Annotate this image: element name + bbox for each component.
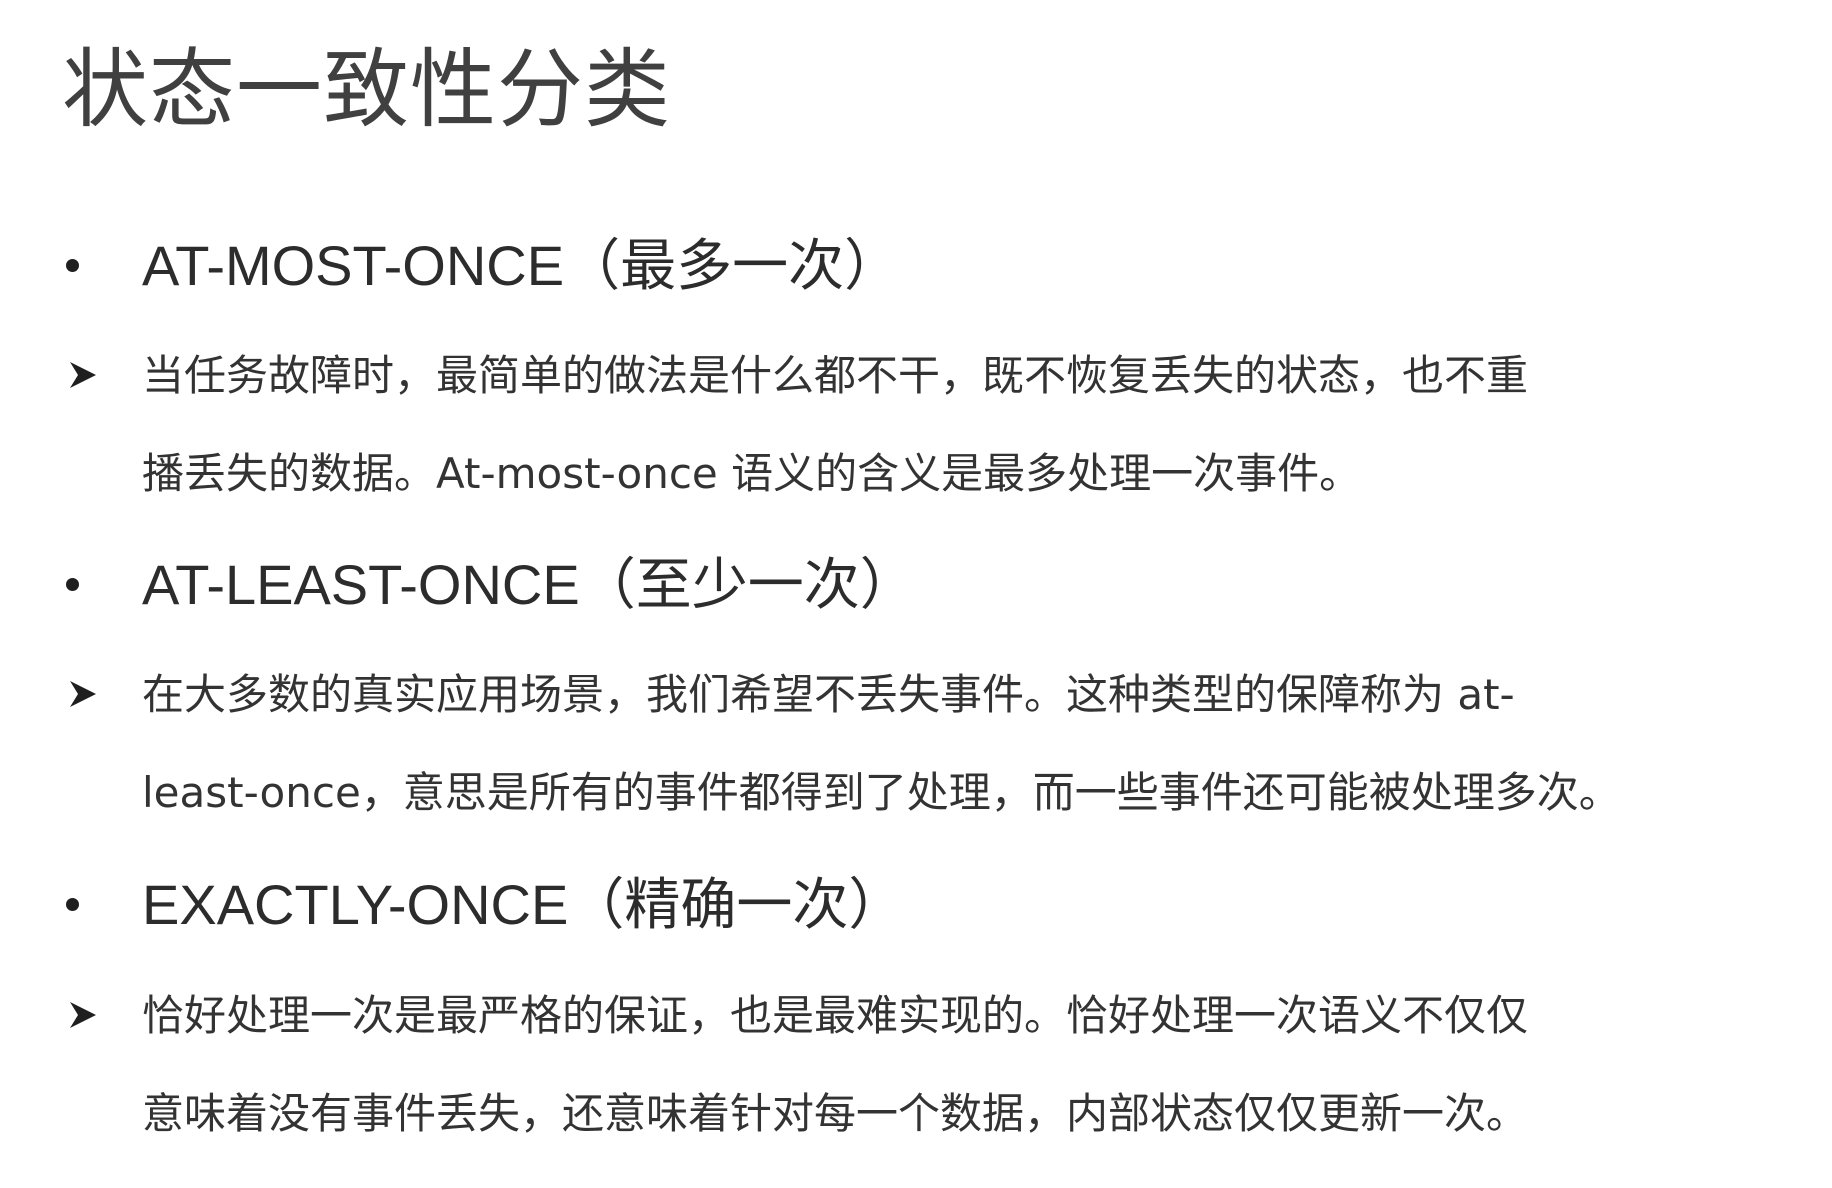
bullet-heading: EXACTLY-ONCE（精确一次） bbox=[142, 873, 905, 936]
arrow-bullet-icon bbox=[70, 362, 96, 388]
paragraph-exactly-once: 恰好处理一次是最严格的保证，也是最难实现的。恰好处理一次语义不仅仅 意味着没有事… bbox=[142, 967, 1742, 1163]
bullet-at-most-once: AT-MOST-ONCE（最多一次） bbox=[0, 226, 1832, 306]
bullet-dot-icon bbox=[66, 578, 79, 591]
bullet-at-least-once: AT-LEAST-ONCE（至少一次） bbox=[0, 545, 1832, 625]
paragraph-at-most-once: 当任务故障时，最简单的做法是什么都不干，既不恢复丢失的状态，也不重 播丢失的数据… bbox=[142, 327, 1742, 523]
paragraph-line: 恰好处理一次是最严格的保证，也是最难实现的。恰好处理一次语义不仅仅 bbox=[142, 991, 1529, 1040]
paragraph-line: 在大多数的真实应用场景，我们希望不丢失事件。这种类型的保障称为 at- bbox=[142, 670, 1515, 719]
paragraph-line: 意味着没有事件丢失，还意味着针对每一个数据，内部状态仅仅更新一次。 bbox=[142, 1089, 1529, 1138]
slide-title: 状态一致性分类 bbox=[62, 40, 671, 140]
arrow-bullet-icon bbox=[70, 1002, 96, 1028]
paragraph-at-least-once: 在大多数的真实应用场景，我们希望不丢失事件。这种类型的保障称为 at- leas… bbox=[142, 646, 1742, 842]
bullet-exactly-once: EXACTLY-ONCE（精确一次） bbox=[0, 865, 1832, 945]
paragraph-line: 当任务故障时，最简单的做法是什么都不干，既不恢复丢失的状态，也不重 bbox=[142, 351, 1529, 400]
bullet-heading: AT-LEAST-ONCE（至少一次） bbox=[142, 553, 916, 616]
paragraph-line: least-once，意思是所有的事件都得到了处理，而一些事件还可能被处理多次。 bbox=[142, 768, 1621, 817]
arrow-bullet-icon bbox=[70, 681, 96, 707]
slide: 状态一致性分类 AT-MOST-ONCE（最多一次） 当任务故障时，最简单的做法… bbox=[0, 0, 1832, 1188]
bullet-dot-icon bbox=[66, 259, 79, 272]
bullet-dot-icon bbox=[66, 898, 79, 911]
paragraph-line: 播丢失的数据。At-most-once 语义的含义是最多处理一次事件。 bbox=[142, 449, 1362, 498]
bullet-heading: AT-MOST-ONCE（最多一次） bbox=[142, 234, 901, 297]
